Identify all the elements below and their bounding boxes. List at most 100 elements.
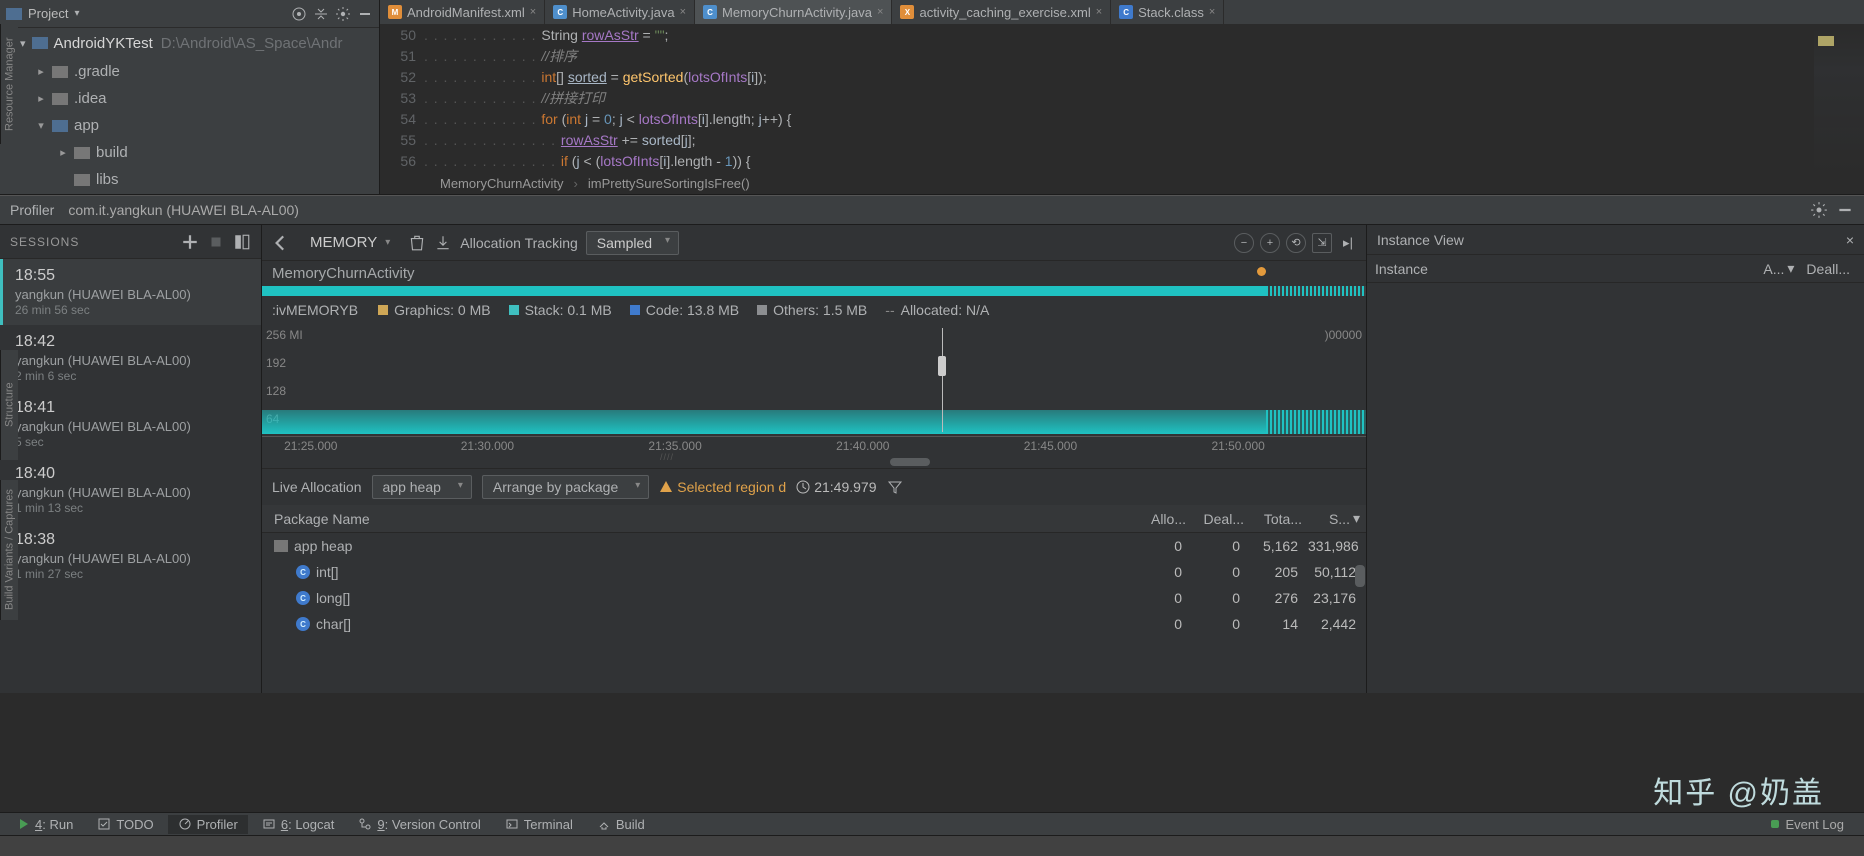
project-panel-title: Project <box>28 6 68 21</box>
stop-icon[interactable] <box>207 233 225 251</box>
editor-tab[interactable]: X activity_caching_exercise.xml × <box>892 0 1111 24</box>
table-row[interactable]: Cchar[] 00142,442 <box>262 611 1366 637</box>
x-axis: 21:25.00021:30.00021:35.00021:40.00021:4… <box>262 436 1366 456</box>
editor-tab-active[interactable]: C MemoryChurnActivity.java × <box>695 0 892 24</box>
close-icon[interactable]: × <box>1209 6 1215 18</box>
logcat-tool-window-button[interactable]: 6: Logcat <box>252 815 345 834</box>
run-icon <box>16 817 30 831</box>
session-item[interactable]: 18:42yangkun (HUAWEI BLA-AL00)2 min 6 se… <box>0 325 261 391</box>
terminal-tool-window-button[interactable]: Terminal <box>495 815 583 834</box>
chevron-right-icon: ▸ <box>58 146 68 159</box>
code-content[interactable]: . . . . . . . . . . . . String rowAsStr … <box>424 24 1864 194</box>
col-allocations[interactable]: A...▾ <box>1757 260 1800 277</box>
todo-tool-window-button[interactable]: TODO <box>87 815 163 834</box>
memory-legend: :ivMEMORYB Graphics: 0 MBStack: 0.1 MBCo… <box>262 296 1366 324</box>
tree-node-build[interactable]: ▸ build <box>36 139 379 166</box>
session-item[interactable]: 18:38yangkun (HUAWEI BLA-AL00)1 min 27 s… <box>0 523 261 589</box>
download-icon[interactable] <box>434 234 452 252</box>
project-panel-header: Project ▾ <box>0 0 379 28</box>
time-cursor[interactable] <box>942 328 943 432</box>
chart-scrollbar[interactable]: //// <box>270 456 1358 468</box>
arrange-dropdown[interactable]: Arrange by package <box>482 475 649 499</box>
minimize-icon[interactable] <box>357 6 373 22</box>
profiler-toolbar: MEMORY ▾ Allocation Tracking Sampled − +… <box>262 225 1366 261</box>
collapse-panel-icon[interactable] <box>233 233 251 251</box>
chart-area[interactable] <box>262 410 1366 434</box>
session-item[interactable]: 18:55yangkun (HUAWEI BLA-AL00)26 min 56 … <box>0 259 261 325</box>
instance-body <box>1367 283 1864 693</box>
instance-panel: Instance View × Instance A...▾ Deall... <box>1367 225 1864 693</box>
profiler-tool-window-button[interactable]: Profiler <box>168 815 248 834</box>
back-arrow-icon[interactable] <box>270 232 292 254</box>
col-shallow-size[interactable]: S...▾ <box>1308 510 1366 527</box>
x-tick: 21:30.000 <box>461 439 514 453</box>
editor-tab[interactable]: C HomeActivity.java × <box>545 0 695 24</box>
memory-chart[interactable]: 256 MI 192 128 64 )00000 21:25.00021:30.… <box>262 328 1366 456</box>
editor-breadcrumb[interactable]: MemoryChurnActivity › imPrettySureSortin… <box>440 172 1814 194</box>
class-file-icon: C <box>1119 5 1133 19</box>
close-icon[interactable]: × <box>877 6 883 18</box>
scrollbar-thumb[interactable] <box>890 458 930 466</box>
build-tool-window-button[interactable]: Build <box>587 815 655 834</box>
editor-minimap[interactable] <box>1814 24 1864 174</box>
editor-tab[interactable]: M AndroidManifest.xml × <box>380 0 545 24</box>
table-row[interactable]: Clong[] 0027623,176 <box>262 585 1366 611</box>
x-tick: 21:45.000 <box>1024 439 1077 453</box>
session-item[interactable]: 18:40yangkun (HUAWEI BLA-AL00)1 min 13 s… <box>0 457 261 523</box>
col-instance[interactable]: Instance <box>1375 261 1757 277</box>
zoom-fit-icon[interactable]: ⇲ <box>1312 233 1332 253</box>
table-scrollbar[interactable] <box>1355 565 1365 685</box>
project-root-row[interactable]: ▾ AndroidYKTest D:\Android\AS_Space\Andr <box>0 28 379 58</box>
run-tool-window-button[interactable]: 4: Run <box>6 815 83 834</box>
gear-icon[interactable] <box>335 6 351 22</box>
sidebar-tab-structure[interactable]: Structure <box>0 350 18 460</box>
sidebar-tab-resource-manager[interactable]: Resource Manager <box>0 24 18 144</box>
resize-grip-icon[interactable]: //// <box>660 452 674 462</box>
tree-node-app[interactable]: ▾ app <box>36 112 379 139</box>
close-icon[interactable]: × <box>1096 6 1102 18</box>
plus-icon[interactable] <box>181 233 199 251</box>
tree-node-gradle[interactable]: ▸ .gradle <box>36 58 379 85</box>
minimize-icon[interactable] <box>1836 201 1854 219</box>
col-package-name[interactable]: Package Name <box>262 511 1134 527</box>
sampling-dropdown[interactable]: Sampled <box>586 231 679 255</box>
xml-file-icon: X <box>900 5 914 19</box>
collapse-icon[interactable] <box>313 6 329 22</box>
x-tick: 21:50.000 <box>1211 439 1264 453</box>
close-icon[interactable]: × <box>680 6 686 18</box>
live-icon[interactable]: ▸| <box>1338 233 1358 253</box>
project-root-name: AndroidYKTest <box>54 35 153 52</box>
target-icon[interactable] <box>291 6 307 22</box>
todo-icon <box>97 817 111 831</box>
sidebar-tab-build-variants[interactable]: Build Variants / Captures <box>0 480 18 620</box>
session-item[interactable]: 18:41yangkun (HUAWEI BLA-AL00)5 sec <box>0 391 261 457</box>
trash-icon[interactable] <box>408 234 426 252</box>
line-gutter: 50515253545556 <box>380 24 424 194</box>
folder-icon <box>74 147 90 159</box>
col-total[interactable]: Tota... <box>1250 511 1308 527</box>
folder-icon <box>52 93 68 105</box>
filter-icon[interactable] <box>887 479 903 495</box>
tree-node-libs[interactable]: ▸ libs <box>36 166 379 193</box>
close-icon[interactable]: × <box>530 6 536 18</box>
col-allocations[interactable]: Allo... <box>1134 511 1192 527</box>
code-editor[interactable]: 50515253545556 . . . . . . . . . . . . S… <box>380 24 1864 194</box>
gear-icon[interactable] <box>1810 201 1828 219</box>
zoom-reset-icon[interactable]: ⟲ <box>1286 233 1306 253</box>
zoom-in-icon[interactable]: + <box>1260 233 1280 253</box>
vcs-tool-window-button[interactable]: 9: Version Control <box>348 815 490 834</box>
activity-timeline-bar[interactable] <box>262 286 1366 296</box>
editor-tab[interactable]: C Stack.class × <box>1111 0 1224 24</box>
event-log-button[interactable]: Event Log <box>1771 817 1858 832</box>
col-deallocations[interactable]: Deal... <box>1192 511 1250 527</box>
zoom-out-icon[interactable]: − <box>1234 233 1254 253</box>
selection-handle[interactable] <box>938 356 946 376</box>
profiler-type-dropdown[interactable]: MEMORY ▾ <box>300 232 400 253</box>
dropdown-icon[interactable]: ▾ <box>74 8 79 19</box>
table-row[interactable]: Cint[] 0020550,112 <box>262 559 1366 585</box>
close-icon[interactable]: × <box>1846 232 1854 248</box>
col-deallocations[interactable]: Deall... <box>1800 261 1856 277</box>
table-row[interactable]: app heap 005,162331,986 <box>262 533 1366 559</box>
tree-node-idea[interactable]: ▸ .idea <box>36 85 379 112</box>
heap-dropdown[interactable]: app heap <box>372 475 472 499</box>
